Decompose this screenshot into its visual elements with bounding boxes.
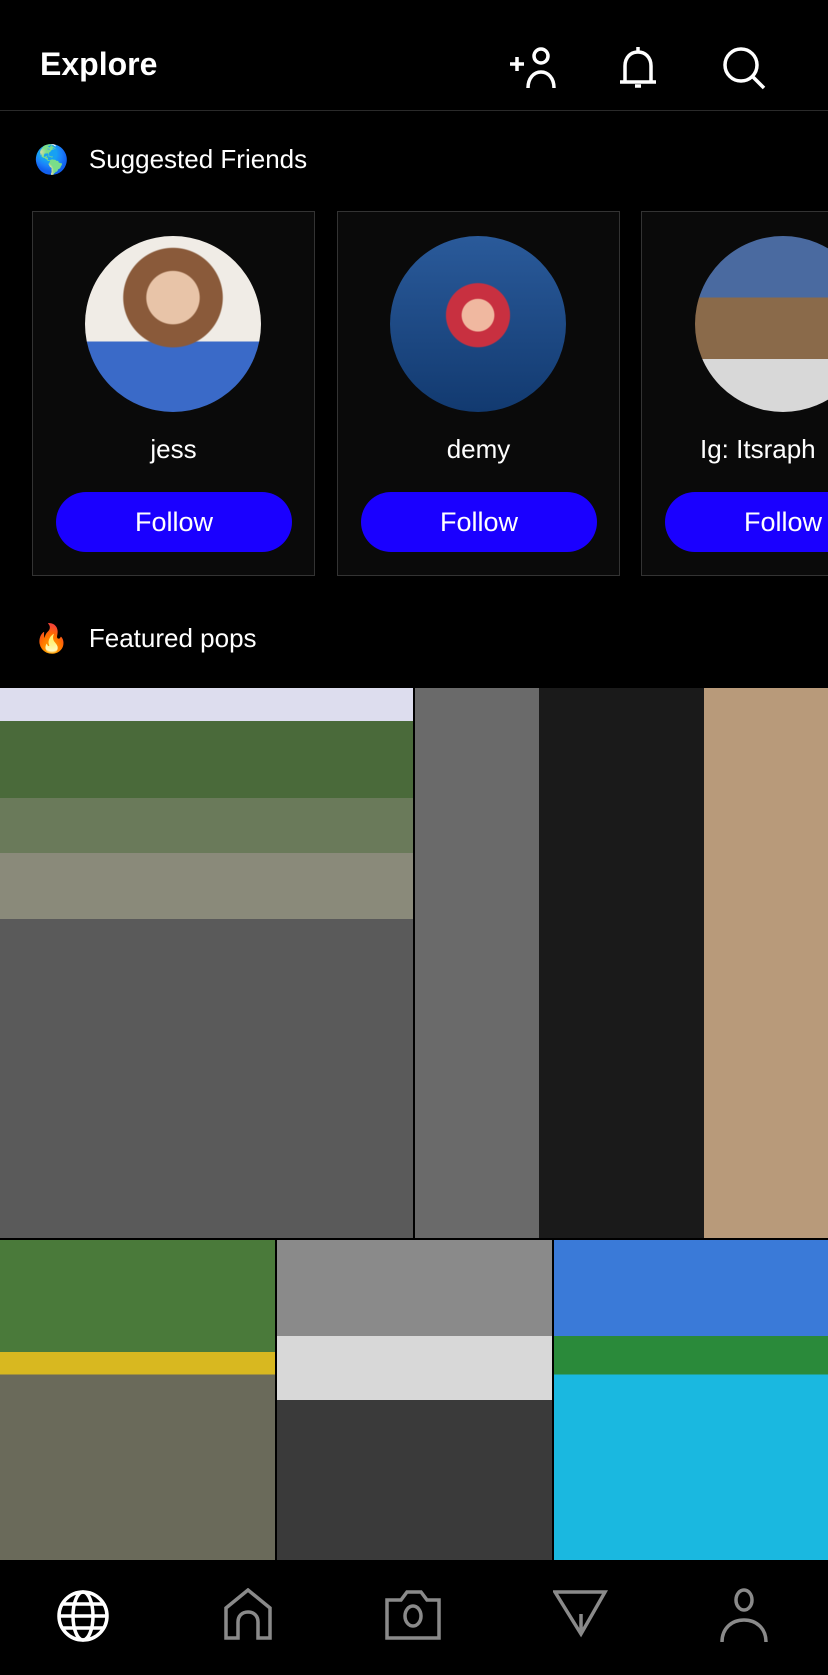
avatar[interactable] — [390, 236, 566, 412]
avatar[interactable] — [695, 236, 828, 412]
page-title: Explore — [40, 46, 158, 82]
featured-pop-photo[interactable] — [554, 1240, 828, 1560]
featured-pop-photo[interactable] — [277, 1240, 552, 1560]
friend-name: demy — [446, 434, 511, 464]
friend-card: demy Follow — [337, 211, 620, 576]
camera-icon[interactable] — [385, 1588, 441, 1644]
featured-pops-header: 🔥 Featured pops — [34, 622, 257, 655]
friend-card: jess Follow — [32, 211, 315, 576]
top-bar: Explore — [0, 0, 828, 111]
home-icon[interactable] — [220, 1588, 276, 1644]
search-icon[interactable] — [720, 44, 768, 92]
section-title: Suggested Friends — [88, 144, 308, 174]
friend-name: Ig: Itsraph — [700, 434, 816, 464]
suggested-friends-carousel[interactable]: jess Follow demy Follow Ig: Itsraph Foll… — [0, 211, 828, 577]
fire-emoji-icon: 🔥 — [34, 623, 69, 654]
suggested-friends-header: 🌎 Suggested Friends — [34, 143, 307, 176]
bell-icon[interactable] — [614, 44, 662, 92]
friend-name: jess — [150, 434, 197, 464]
send-icon[interactable] — [553, 1588, 609, 1644]
featured-pop-photo[interactable] — [0, 1240, 275, 1560]
featured-pop-photo[interactable] — [0, 688, 413, 1238]
profile-icon[interactable] — [716, 1588, 772, 1644]
globe-icon[interactable] — [55, 1588, 111, 1644]
follow-button[interactable]: Follow — [665, 492, 828, 552]
follow-button[interactable]: Follow — [56, 492, 292, 552]
follow-button[interactable]: Follow — [361, 492, 597, 552]
add-friend-icon[interactable] — [508, 44, 556, 92]
friend-card: Ig: Itsraph Follow — [641, 211, 828, 576]
avatar[interactable] — [85, 236, 261, 412]
featured-pop-photo[interactable] — [415, 688, 828, 1238]
bottom-nav — [0, 1562, 828, 1675]
globe-emoji-icon: 🌎 — [34, 144, 69, 175]
section-title: Featured pops — [88, 623, 257, 653]
